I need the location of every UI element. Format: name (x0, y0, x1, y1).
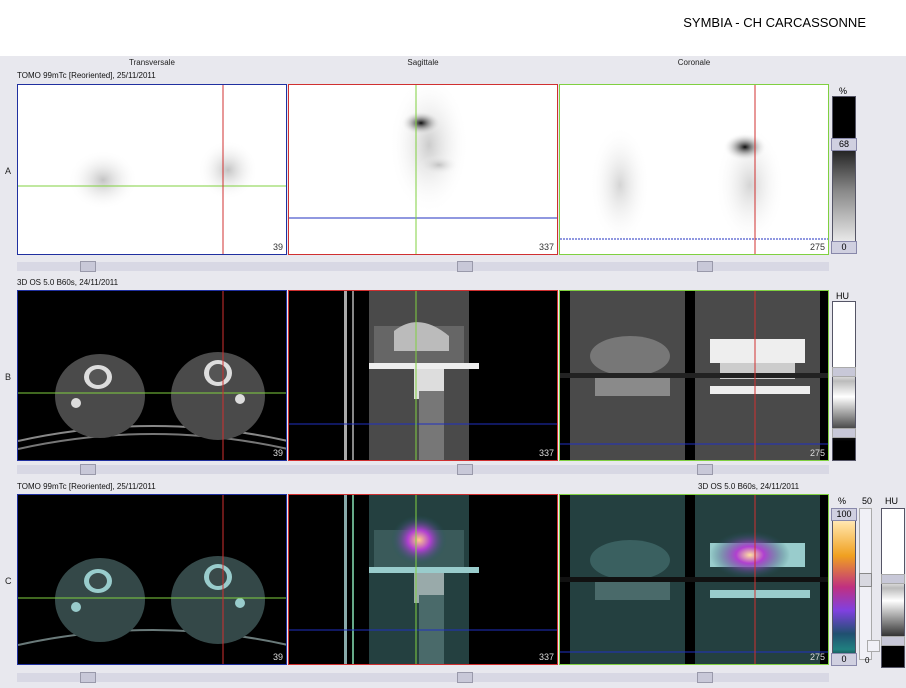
slice-number: 275 (809, 242, 825, 252)
slice-number: 337 (538, 242, 554, 252)
row-c-transversale-view[interactable]: 39 (17, 494, 287, 665)
scroll-thumb-sagittale[interactable] (457, 261, 473, 272)
colorbar-c-pet (832, 508, 856, 666)
scroll-thumb-coronale[interactable] (697, 464, 713, 475)
row-b-series-label: 3D OS 5.0 B60s, 24/11/2011 (17, 278, 119, 287)
colorbar-c-hu-unit: HU (885, 496, 898, 506)
row-c-series-label-left: TOMO 99mTc [Reoriented], 25/11/2011 (17, 482, 156, 491)
row-b-scrollbar[interactable] (17, 464, 829, 475)
scroll-thumb-coronale[interactable] (697, 672, 713, 683)
row-a-transversale-view[interactable]: 39 (17, 84, 287, 255)
slice-number: 337 (538, 448, 554, 458)
slice-number: 275 (809, 448, 825, 458)
slice-number: 39 (272, 448, 283, 458)
colorbar-a-window-bottom[interactable]: 0 (831, 241, 857, 254)
column-label-coronale: Coronale (677, 58, 711, 67)
row-c-scrollbar[interactable] (17, 672, 829, 683)
slice-number: 337 (538, 652, 554, 662)
scroll-thumb-transversale[interactable] (80, 464, 96, 475)
colorbar-a-gray (832, 96, 856, 254)
row-b-transversale-view[interactable]: 39 (17, 290, 287, 461)
colorbar-c-value-50: 50 (862, 496, 873, 506)
slice-number: 39 (272, 242, 283, 252)
scroll-thumb-transversale[interactable] (80, 672, 96, 683)
column-label-sagittale: Sagittale (407, 58, 439, 67)
colorbar-a-unit: % (839, 86, 848, 96)
slice-number: 275 (809, 652, 825, 662)
blend-slider-zero: 0 (865, 656, 870, 665)
colorbar-b-window-top-handle[interactable] (832, 367, 856, 377)
blend-slider-knob[interactable] (859, 573, 872, 587)
colorbar-a-window-top[interactable]: 68 (831, 138, 857, 151)
row-b-coronale-view[interactable]: 275 (559, 290, 829, 461)
colorbar-b-unit: HU (836, 291, 849, 301)
row-a-scrollbar[interactable] (17, 261, 829, 272)
row-b-sagittale-view[interactable]: 337 (288, 290, 558, 461)
row-a-coronale-view[interactable]: 275 (559, 84, 829, 255)
colorbar-c-ct-bottom-handle[interactable] (881, 636, 905, 646)
row-b-label: B (5, 372, 12, 382)
report-header: SYMBIA - CH CARCASSONNE (0, 0, 906, 56)
row-a-series-label: TOMO 99mTc [Reoriented], 25/11/2011 (17, 71, 156, 80)
scroll-thumb-sagittale[interactable] (457, 672, 473, 683)
institution-title: SYMBIA - CH CARCASSONNE (683, 15, 866, 30)
column-label-transversale: Transversale (129, 58, 175, 67)
scroll-thumb-coronale[interactable] (697, 261, 713, 272)
row-c-coronale-view[interactable]: 275 (559, 494, 829, 665)
row-a-sagittale-view[interactable]: 337 (288, 84, 558, 255)
colorbar-b-window-bottom-handle[interactable] (832, 428, 856, 438)
blend-slider-bottom-handle[interactable] (867, 640, 880, 652)
scroll-thumb-transversale[interactable] (80, 261, 96, 272)
blend-slider-track[interactable] (859, 508, 872, 660)
row-c-series-label-right: 3D OS 5.0 B60s, 24/11/2011 (698, 482, 800, 491)
row-c-label: C (5, 576, 12, 586)
row-a-label: A (5, 166, 12, 176)
colorbar-c-ct-top-handle[interactable] (881, 574, 905, 584)
row-c-sagittale-view[interactable]: 337 (288, 494, 558, 665)
scroll-thumb-sagittale[interactable] (457, 464, 473, 475)
slice-number: 39 (272, 652, 283, 662)
colorbar-c-top[interactable]: 100 (831, 508, 857, 521)
colorbar-c-bottom[interactable]: 0 (831, 653, 857, 666)
colorbar-c-pct-unit: % (838, 496, 847, 506)
